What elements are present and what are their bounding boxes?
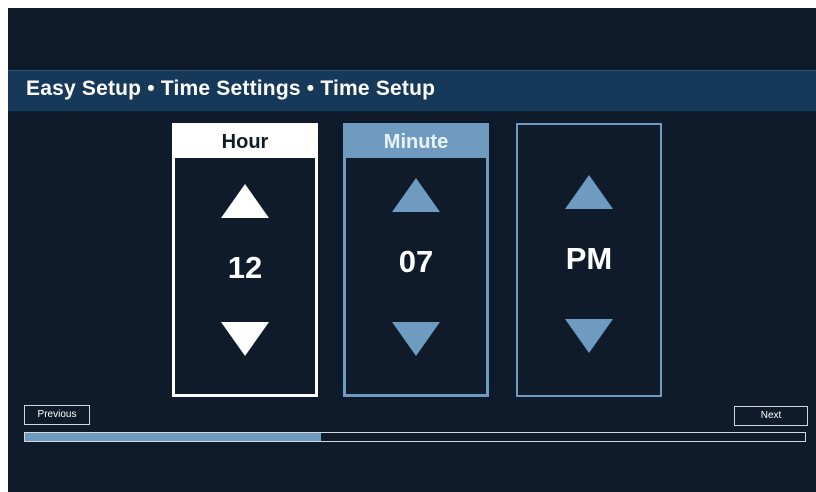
setup-progress-bar: [24, 432, 806, 442]
minute-label: Minute: [346, 126, 486, 158]
period-spinner[interactable]: PM: [516, 123, 662, 397]
period-value: PM: [565, 241, 613, 276]
tv-setup-screen: Easy Setup • Time Settings • Time Setup …: [8, 8, 816, 492]
hour-label: Hour: [175, 126, 315, 158]
minute-increment-icon[interactable]: [392, 178, 440, 212]
setup-progress-fill: [25, 433, 322, 441]
hour-increment-icon[interactable]: [221, 184, 269, 218]
period-increment-icon[interactable]: [565, 175, 613, 209]
minute-value: 07: [398, 244, 434, 279]
title-bar: Easy Setup • Time Settings • Time Setup: [8, 70, 816, 112]
minute-decrement-icon[interactable]: [392, 322, 440, 356]
next-button[interactable]: Next: [734, 406, 808, 426]
page-title: Easy Setup • Time Settings • Time Setup: [26, 77, 436, 100]
hour-spinner[interactable]: Hour 12: [172, 123, 318, 397]
minute-spinner[interactable]: Minute 07: [343, 123, 489, 397]
period-decrement-icon[interactable]: [565, 319, 613, 353]
hour-decrement-icon[interactable]: [221, 322, 269, 356]
hour-value: 12: [227, 250, 263, 285]
previous-button[interactable]: Previous: [24, 405, 90, 425]
